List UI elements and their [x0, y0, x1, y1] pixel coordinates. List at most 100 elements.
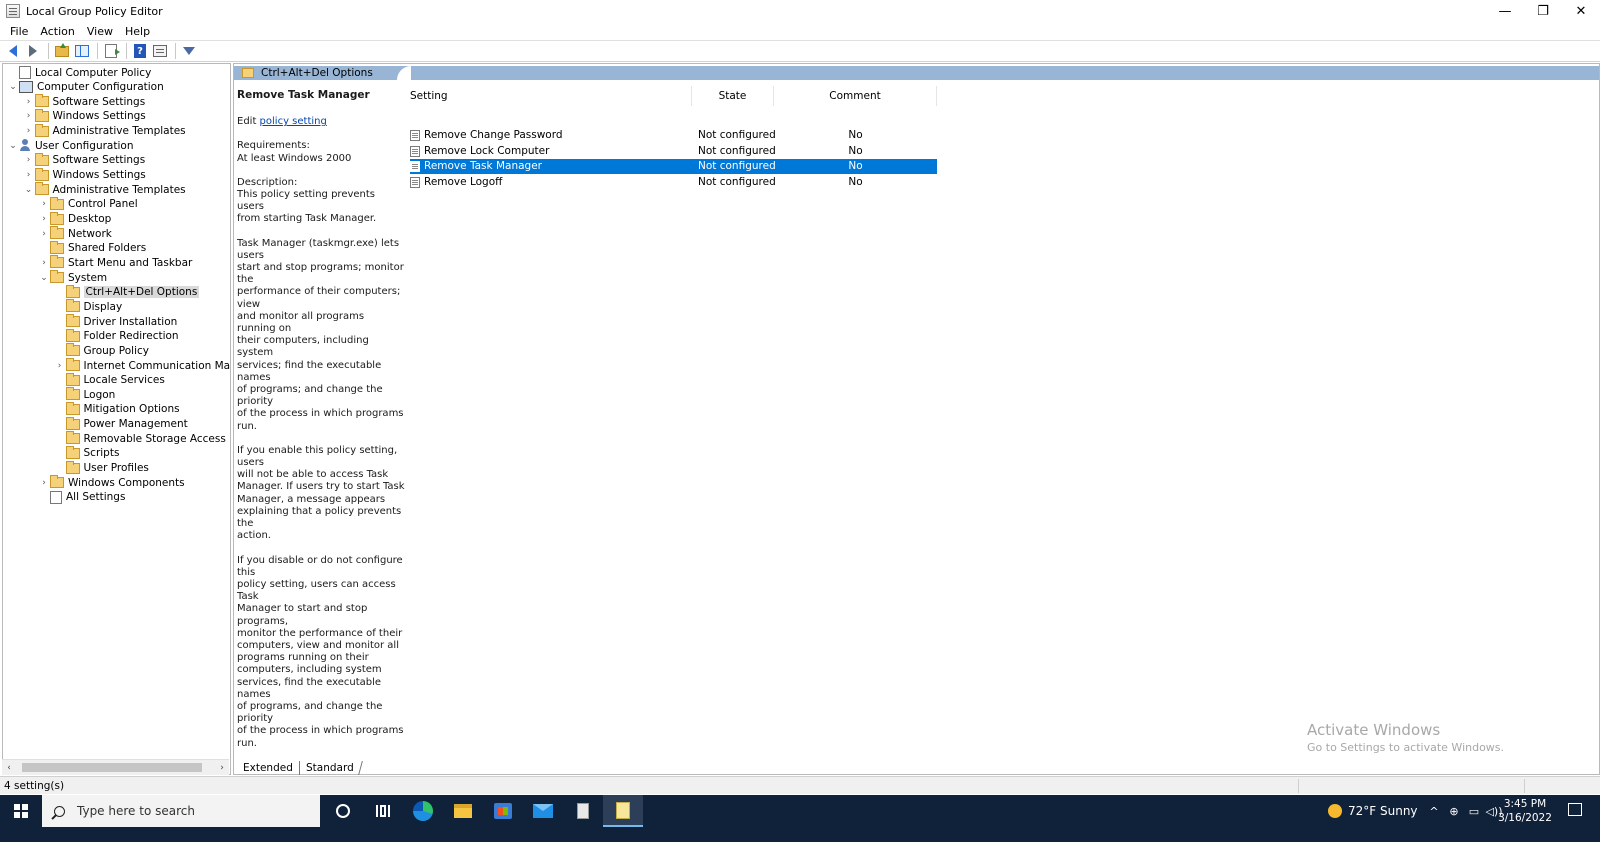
tree-item[interactable]: › Administrative Templates [23, 123, 186, 139]
network-icon[interactable]: ▭ [1465, 805, 1483, 818]
tab-standard[interactable]: Standard [297, 761, 363, 775]
tree-item[interactable]: › Software Settings [23, 94, 145, 109]
menu-file[interactable]: File [4, 25, 34, 38]
tree-item[interactable]: Shared Folders [38, 240, 146, 256]
tree-item[interactable]: Ctrl+Alt+Del Options [54, 284, 200, 300]
filter-icon [183, 47, 195, 55]
forward-button[interactable] [24, 42, 42, 60]
tree-item[interactable]: Power Management [54, 416, 188, 432]
setting-row[interactable]: Remove Task Manager Not configured No [410, 159, 937, 174]
expand-chevron-icon[interactable]: › [23, 94, 35, 109]
show-hide-tree-button[interactable] [73, 42, 91, 60]
scroll-right-icon[interactable]: › [215, 763, 229, 773]
taskbar-search[interactable]: Type here to search [42, 795, 320, 827]
tree-item[interactable]: › Windows Settings [23, 167, 146, 183]
expand-chevron-icon[interactable]: › [23, 109, 35, 124]
tree-item[interactable]: Display [54, 299, 122, 314]
weather-widget[interactable]: 72°F Sunny [1328, 795, 1418, 827]
help-button[interactable]: ? [131, 42, 149, 60]
properties-button[interactable] [151, 42, 169, 60]
expand-chevron-icon[interactable]: › [23, 168, 35, 183]
expand-chevron-icon[interactable]: › [54, 358, 66, 373]
close-button[interactable]: ✕ [1562, 0, 1600, 22]
tree-item[interactable]: › Start Menu and Taskbar [38, 255, 192, 270]
edit-policy-setting-link[interactable]: policy setting [260, 116, 327, 127]
setting-row[interactable]: Remove Lock Computer Not configured No [410, 144, 937, 159]
scroll-thumb[interactable] [22, 763, 202, 772]
tree-item[interactable]: Folder Redirection [54, 328, 179, 344]
column-header-state[interactable]: State [692, 86, 774, 106]
expand-chevron-icon[interactable]: › [38, 226, 50, 241]
export-list-button[interactable] [102, 42, 120, 60]
tree-item[interactable]: › Software Settings [23, 152, 145, 168]
tree-item[interactable]: ⌄ Computer Configuration [7, 80, 164, 95]
folder-icon [34, 152, 49, 166]
tree-item[interactable]: › Windows Components [38, 475, 185, 490]
tree-item[interactable]: Group Policy [54, 343, 149, 358]
expand-chevron-icon[interactable]: › [23, 124, 35, 139]
minimize-button[interactable]: — [1486, 0, 1524, 22]
status-bar: 4 setting(s) [0, 776, 1600, 794]
policy-document-icon [19, 66, 31, 79]
setting-name: Remove Lock Computer [424, 144, 550, 157]
start-button[interactable] [0, 795, 42, 827]
collapse-chevron-icon[interactable]: ⌄ [23, 182, 35, 197]
menu-help[interactable]: Help [119, 25, 156, 38]
expand-chevron-icon[interactable]: › [23, 153, 35, 168]
expand-chevron-icon[interactable]: › [38, 197, 50, 212]
tree-item[interactable]: Logon [54, 387, 115, 402]
expand-chevron-icon[interactable]: › [38, 212, 50, 227]
task-view-button[interactable] [363, 795, 403, 827]
tree-item[interactable]: ⌄ System [38, 270, 107, 285]
setting-row[interactable]: Remove Logoff Not configured No [410, 175, 937, 190]
store-button[interactable] [483, 795, 523, 827]
expand-chevron-icon[interactable]: › [38, 475, 50, 490]
column-header-comment[interactable]: Comment [774, 86, 937, 106]
cortana-button[interactable] [323, 795, 363, 827]
tree-item[interactable]: Locale Services [54, 372, 165, 388]
tree-item[interactable]: Removable Storage Access [54, 431, 226, 446]
tree-item-label: Windows Components [68, 476, 185, 489]
file-explorer-button[interactable] [443, 795, 483, 827]
scroll-left-icon[interactable]: ‹ [2, 763, 16, 773]
tree-item[interactable]: Driver Installation [54, 314, 177, 329]
folder-icon [50, 211, 64, 225]
mail-button[interactable] [523, 795, 563, 827]
tree-item[interactable]: Scripts [54, 445, 119, 461]
show-hidden-icons-icon[interactable]: ^ [1425, 805, 1443, 818]
tree-item[interactable]: › Windows Settings [23, 108, 146, 124]
tree-item[interactable]: All Settings [38, 490, 125, 505]
restore-button[interactable]: ❐ [1524, 0, 1562, 22]
group-policy-button[interactable] [563, 795, 603, 827]
collapse-chevron-icon[interactable]: ⌄ [7, 80, 19, 95]
menu-action[interactable]: Action [34, 25, 80, 38]
notepad-button[interactable] [603, 795, 643, 827]
clock[interactable]: 3:45 PM 3/16/2022 [1496, 797, 1554, 825]
filter-button[interactable] [180, 42, 198, 60]
back-button[interactable] [4, 42, 22, 60]
expand-chevron-icon[interactable]: › [38, 255, 50, 270]
tree-item[interactable]: User Profiles [54, 460, 149, 476]
tab-extended[interactable]: Extended [237, 761, 300, 775]
menu-view[interactable]: View [81, 25, 119, 38]
tree-item[interactable]: ⌄ User Configuration [7, 138, 133, 153]
tree-item[interactable]: ⌄ Administrative Templates [23, 182, 186, 197]
meet-now-icon[interactable]: ⊕ [1445, 805, 1463, 818]
tree-horizontal-scrollbar[interactable]: ‹ › [2, 759, 229, 775]
tree-item-label: Folder Redirection [83, 330, 179, 343]
tree-item[interactable]: › Network [38, 226, 112, 241]
tree-item[interactable]: › Internet Communication Manage [54, 358, 230, 373]
collapse-chevron-icon[interactable]: ⌄ [38, 270, 50, 285]
edge-button[interactable] [403, 795, 443, 827]
column-header-setting[interactable]: Setting [410, 86, 692, 106]
tree-item[interactable]: Mitigation Options [54, 401, 180, 417]
collapse-chevron-icon[interactable]: ⌄ [7, 138, 19, 153]
notification-center-icon[interactable] [1568, 803, 1582, 816]
tree-item[interactable]: › Control Panel [38, 196, 138, 212]
up-one-level-button[interactable] [53, 42, 71, 60]
folder-icon [50, 475, 64, 489]
setting-row[interactable]: Remove Change Password Not configured No [410, 128, 937, 143]
tree-item[interactable]: › Desktop [38, 211, 111, 227]
navigation-tree[interactable]: Local Computer Policy ⌄ Computer Configura… [2, 63, 231, 775]
tree-item[interactable]: Local Computer Policy [7, 65, 151, 80]
